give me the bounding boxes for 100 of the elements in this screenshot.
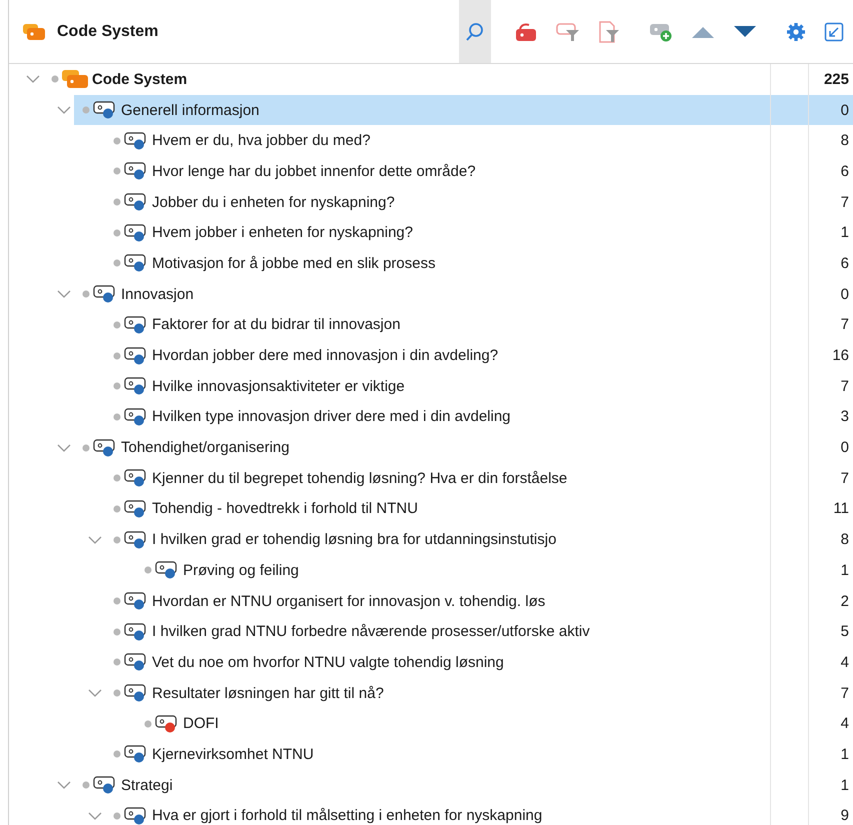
code-filter-icon [556, 22, 580, 42]
tree-row[interactable]: Faktorer for at du bidrar til innovasjon 7 [9, 310, 853, 340]
chevron-icon[interactable] [57, 781, 71, 790]
dot-icon [82, 106, 90, 114]
dot-icon [51, 75, 59, 84]
code-label: Tohendig - hovedtrekk i forhold til NTNU [152, 500, 418, 518]
code-label: Kjenner du til begrepet tohendig løsning? Hva er din forståelse [152, 470, 568, 487]
code-tag-icon [155, 714, 179, 733]
panel-title: Code System [57, 22, 158, 40]
code-label: Hvem er du, hva jobber du med? [152, 132, 370, 150]
code-system-icon [62, 70, 88, 88]
code-count: 4 [840, 652, 850, 673]
code-label: I hvilken grad er tohendig løsning bra for utdanningsinstutisjo [152, 531, 556, 548]
code-tag-icon [124, 132, 148, 150]
dot-icon [113, 228, 121, 237]
dot-icon [113, 382, 121, 390]
code-label: Hvordan jobber dere med innovasjon i din avdeling? [152, 347, 498, 364]
dot-icon [113, 474, 121, 482]
tree-row[interactable]: I hvilken grad er tohendig løsning bra for utdanningsinstutisjo 8 [9, 524, 853, 555]
code-tag-icon [124, 592, 148, 610]
tree-row[interactable]: I hvilken grad NTNU forbedre nåværende prosesser/utforske aktiv 5 [9, 616, 853, 648]
search-icon [465, 22, 485, 42]
code-tag-icon [124, 745, 148, 764]
code-label: Generell informasjon [121, 102, 260, 119]
code-count: 6 [840, 254, 850, 274]
code-tag-icon [124, 224, 148, 242]
tree-row[interactable]: Vet du noe om hvorfor NTNU valgte tohendig løsning 4 [9, 647, 853, 678]
tree-row[interactable]: Hva er gjort i forhold til målsetting i enheten for nyskapning 9 [9, 800, 853, 825]
tree-row[interactable]: Tohendighet/organisering 0 [9, 432, 853, 463]
code-count: 8 [840, 530, 850, 550]
code-undo-icon [514, 22, 538, 42]
dot-icon [113, 658, 121, 666]
tree-row[interactable]: Prøving og feiling 1 [9, 555, 853, 586]
dot-icon [113, 136, 121, 145]
tree-row[interactable]: Tohendig - hovedtrekk i forhold til NTNU 11 [9, 494, 853, 524]
code-count: 5 [840, 622, 850, 642]
code-count: 3 [840, 407, 850, 428]
tree-row[interactable]: Resultater løsningen har gitt til nå? 7 [9, 678, 853, 708]
code-label: Faktorer for at du bidrar til innovasjon [152, 316, 400, 334]
code-count: 0 [840, 438, 850, 458]
chevron-icon[interactable] [88, 812, 102, 820]
code-count: 225 [822, 70, 850, 90]
chevron-icon[interactable] [88, 536, 102, 544]
chevron-icon[interactable] [26, 75, 40, 84]
search-button[interactable] [459, 0, 491, 63]
tree-row[interactable]: Motivasjon for å jobbe med en slik prosess 6 [9, 248, 853, 279]
code-tag-icon [124, 408, 148, 426]
tree-row[interactable]: Jobber du i enheten for nyskapning? 7 [9, 186, 853, 218]
tree-row[interactable]: Strategi 1 [9, 770, 853, 800]
chevron-icon[interactable] [88, 689, 102, 698]
chevron-icon[interactable] [57, 290, 71, 298]
code-count: 0 [809, 94, 853, 126]
code-label: Hvilken type innovasjon driver dere med i din avdeling [152, 408, 511, 426]
dot-icon [113, 628, 121, 636]
tree-row[interactable]: Hvordan jobber dere med innovasjon i din avdeling? 16 [9, 340, 853, 371]
code-tag-icon [124, 193, 148, 212]
code-tag-icon [124, 684, 148, 702]
code-label: Hva er gjort i forhold til målsetting i enheten for nyskapning [152, 807, 542, 824]
code-label: Prøving og feiling [183, 562, 299, 579]
code-count: 1 [840, 223, 850, 244]
code-label: Strategi [121, 776, 173, 794]
code-system-icon [23, 24, 45, 40]
dot-icon [82, 781, 90, 790]
gear-icon [786, 22, 806, 42]
code-tag-icon [155, 561, 179, 580]
code-label: Innovasjon [121, 286, 194, 303]
up-triangle-icon [691, 24, 715, 38]
tree-row[interactable]: Code System 225 [9, 64, 853, 95]
dot-icon [113, 412, 121, 421]
code-tag-icon [124, 162, 148, 180]
code-tag-icon [124, 469, 148, 488]
tree-row[interactable]: Hvilke innovasjonsaktiviteter er viktige 7 [9, 370, 853, 402]
code-label: Motivasjon for å jobbe med en slik prosess [152, 254, 436, 272]
dot-icon [113, 504, 121, 513]
tree-row[interactable]: Kjenner du til begrepet tohendig løsning? Hva er din forståelse 7 [9, 462, 853, 494]
dot-icon [113, 259, 121, 268]
code-tag-icon [93, 285, 117, 304]
tree-row[interactable]: Hvem jobber i enheten for nyskapning? 1 [9, 217, 853, 248]
tree-row[interactable]: Hvordan er NTNU organisert for innovasjon v. tohendig. løs 2 [9, 586, 853, 616]
tree-row[interactable]: DOFI 4 [9, 708, 853, 740]
code-count: 11 [832, 499, 850, 520]
code-label: Hvordan er NTNU organisert for innovasjon v. tohendig. løs [152, 592, 546, 610]
tree-row[interactable]: Hvor lenge har du jobbet innenfor dette område? 6 [9, 156, 853, 187]
tree-row[interactable]: Kjernevirksomhet NTNU 1 [9, 739, 853, 770]
tree-row[interactable]: Hvilken type innovasjon driver dere med i din avdeling 3 [9, 402, 853, 432]
tree-row[interactable]: Innovasjon 0 [9, 278, 853, 310]
code-tag-icon [124, 653, 148, 672]
tree-row[interactable]: Hvem er du, hva jobber du med? 8 [9, 125, 853, 156]
code-count: 16 [831, 346, 850, 366]
dot-icon [113, 536, 121, 544]
code-label: Jobber du i enheten for nyskapning? [152, 194, 395, 211]
dot-icon [113, 812, 121, 820]
chevron-icon[interactable] [57, 444, 71, 452]
code-tag-icon [124, 377, 148, 396]
code-count: 7 [840, 315, 850, 336]
code-tag-icon [93, 101, 117, 120]
code-count: 1 [840, 776, 850, 796]
code-tag-icon [124, 530, 148, 549]
dot-icon [113, 167, 121, 176]
chevron-icon[interactable] [57, 106, 71, 114]
